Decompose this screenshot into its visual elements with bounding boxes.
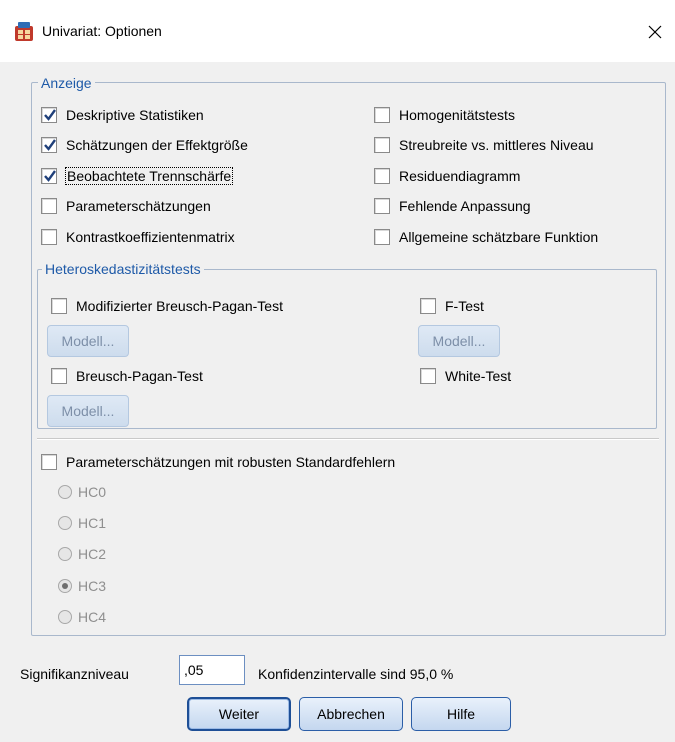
radio-dot[interactable]: [58, 547, 72, 561]
checkbox-box[interactable]: [420, 368, 436, 384]
checkbox-contrast-matrix[interactable]: Kontrastkoeffizientenmatrix: [41, 227, 235, 247]
checkbox-spread-vs-level[interactable]: Streubreite vs. mittleres Niveau: [374, 135, 594, 155]
checkbox-box[interactable]: [420, 298, 436, 314]
checkbox-breusch-pagan[interactable]: Breusch-Pagan-Test: [51, 366, 203, 386]
separator: [37, 438, 659, 440]
model-button-modified-breusch-pagan[interactable]: Modell...: [47, 325, 129, 357]
checkbox-modified-breusch-pagan[interactable]: Modifizierter Breusch-Pagan-Test: [51, 296, 283, 316]
heteroskedasticity-group: [37, 269, 657, 429]
checkbox-box[interactable]: [41, 168, 57, 184]
checkbox-box[interactable]: [51, 368, 67, 384]
checkmark-icon: [44, 139, 56, 151]
checkbox-label: Residuendiagramm: [399, 168, 521, 184]
radio-dot[interactable]: [58, 516, 72, 530]
checkbox-label: Homogenitätstests: [399, 107, 515, 123]
radio-hc3[interactable]: HC3: [58, 576, 106, 596]
checkbox-white-test[interactable]: White-Test: [420, 366, 511, 386]
radio-label: HC4: [78, 609, 107, 625]
window-title: Univariat: Optionen: [42, 23, 162, 39]
checkbox-robust-standard-errors[interactable]: Parameterschätzungen mit robusten Standa…: [41, 452, 395, 472]
checkbox-effect-size[interactable]: Schätzungen der Effektgröße: [41, 135, 248, 155]
checkbox-label: Schätzungen der Effektgröße: [66, 137, 248, 153]
checkbox-label: Allgemeine schätzbare Funktion: [399, 229, 599, 245]
help-button[interactable]: Hilfe: [411, 697, 511, 731]
checkbox-general-estimable-function[interactable]: Allgemeine schätzbare Funktion: [374, 227, 598, 247]
radio-label: HC3: [78, 578, 107, 594]
heteroskedasticity-group-legend: Heteroskedastizitätstests: [42, 261, 204, 277]
radio-label: HC2: [78, 546, 107, 562]
checkbox-label: Parameterschätzungen mit robusten Standa…: [66, 454, 396, 470]
checkbox-lack-of-fit[interactable]: Fehlende Anpassung: [374, 196, 531, 216]
model-button-breusch-pagan[interactable]: Modell...: [47, 395, 129, 427]
model-button-f-test[interactable]: Modell...: [418, 325, 500, 357]
checkbox-label: Fehlende Anpassung: [399, 198, 531, 214]
radio-dot[interactable]: [58, 610, 72, 624]
radio-label: HC1: [78, 515, 107, 531]
radio-hc0[interactable]: HC0: [58, 482, 106, 502]
checkbox-label: Kontrastkoeffizientenmatrix: [66, 229, 235, 245]
significance-label: Signifikanzniveau: [20, 666, 129, 682]
checkmark-icon: [44, 109, 56, 121]
checkmark-icon: [44, 170, 56, 182]
checkbox-label: F-Test: [445, 298, 484, 314]
radio-label: HC0: [78, 484, 107, 500]
checkbox-observed-power[interactable]: Beobachtete Trennschärfe: [41, 166, 234, 186]
checkbox-box[interactable]: [41, 107, 57, 123]
checkbox-descriptive-statistics[interactable]: Deskriptive Statistiken: [41, 105, 204, 125]
display-group-legend: Anzeige: [38, 75, 95, 91]
close-button[interactable]: [635, 12, 675, 52]
title-bar: Univariat: Optionen: [0, 0, 675, 62]
significance-input[interactable]: [179, 655, 245, 685]
radio-hc1[interactable]: HC1: [58, 513, 106, 533]
app-icon: [15, 22, 33, 41]
close-icon: [648, 25, 662, 39]
checkbox-box[interactable]: [41, 198, 57, 214]
checkbox-label: Beobachtete Trennschärfe: [64, 167, 234, 185]
checkbox-f-test[interactable]: F-Test: [420, 296, 484, 316]
checkbox-box[interactable]: [41, 454, 57, 470]
cancel-button[interactable]: Abbrechen: [299, 697, 403, 731]
radio-hc2[interactable]: HC2: [58, 544, 106, 564]
checkbox-label: Deskriptive Statistiken: [66, 107, 204, 123]
checkbox-residual-plot[interactable]: Residuendiagramm: [374, 166, 520, 186]
radio-dot[interactable]: [58, 579, 72, 593]
checkbox-label: Streubreite vs. mittleres Niveau: [399, 137, 594, 153]
checkbox-box[interactable]: [41, 229, 57, 245]
checkbox-homogeneity-tests[interactable]: Homogenitätstests: [374, 105, 515, 125]
checkbox-label: Parameterschätzungen: [66, 198, 211, 214]
checkbox-parameter-estimates[interactable]: Parameterschätzungen: [41, 196, 211, 216]
dialog-body: Anzeige Deskriptive Statistiken Schätzun…: [0, 62, 675, 742]
checkbox-label: White-Test: [445, 368, 512, 384]
checkbox-box[interactable]: [374, 107, 390, 123]
radio-dot[interactable]: [58, 485, 72, 499]
checkbox-label: Breusch-Pagan-Test: [76, 368, 203, 384]
checkbox-label: Modifizierter Breusch-Pagan-Test: [76, 298, 283, 314]
continue-button[interactable]: Weiter: [187, 697, 291, 731]
checkbox-box[interactable]: [374, 137, 390, 153]
checkbox-box[interactable]: [374, 168, 390, 184]
checkbox-box[interactable]: [41, 137, 57, 153]
radio-hc4[interactable]: HC4: [58, 607, 106, 627]
checkbox-box[interactable]: [51, 298, 67, 314]
checkbox-box[interactable]: [374, 198, 390, 214]
confidence-interval-text: Konfidenzintervalle sind 95,0 %: [258, 666, 454, 682]
checkbox-box[interactable]: [374, 229, 390, 245]
